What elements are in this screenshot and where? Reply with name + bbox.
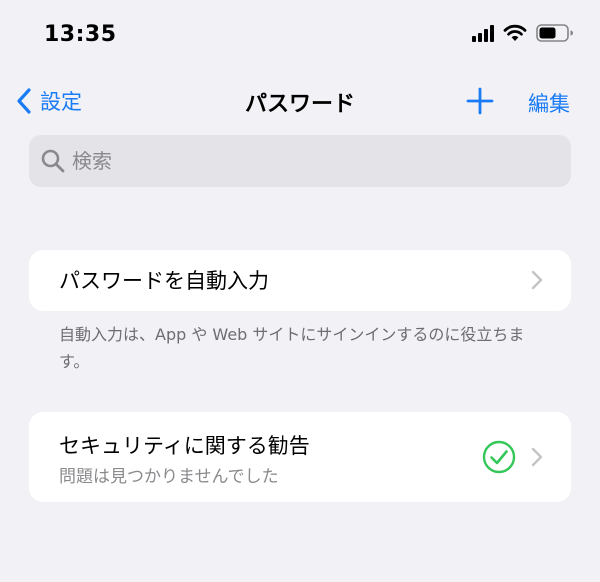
navigation-bar: 設定 パスワード 編集 xyxy=(0,80,600,124)
search-icon xyxy=(40,148,66,174)
edit-button[interactable]: 編集 xyxy=(528,88,570,118)
security-recommendations-label: セキュリティに関する勧告 xyxy=(59,434,310,458)
battery-icon xyxy=(536,24,573,42)
autofill-footnote: 自動入力は、App や Web サイトにサインインするのに役立ちます。 xyxy=(59,325,525,371)
security-recommendations-row[interactable]: セキュリティに関する勧告 問題は見つかりませんでした xyxy=(29,412,571,502)
wifi-icon xyxy=(503,24,527,41)
status-bar: 13:35 xyxy=(0,0,600,70)
status-time: 13:35 xyxy=(44,22,117,47)
status-icons xyxy=(472,24,574,42)
search-bar[interactable] xyxy=(29,135,571,187)
cellular-signal-icon xyxy=(472,24,494,42)
chevron-right-icon xyxy=(531,270,543,290)
security-status-text: 問題は見つかりませんでした xyxy=(59,467,279,487)
page-title: パスワード xyxy=(244,92,355,117)
chevron-right-icon xyxy=(531,447,543,467)
search-input[interactable] xyxy=(72,149,532,173)
add-password-button[interactable] xyxy=(466,87,494,119)
plus-icon xyxy=(466,87,494,115)
autofill-passwords-row[interactable]: パスワードを自動入力 xyxy=(29,250,571,311)
checkmark-circle-icon xyxy=(482,440,516,474)
autofill-passwords-label: パスワードを自動入力 xyxy=(59,269,269,293)
